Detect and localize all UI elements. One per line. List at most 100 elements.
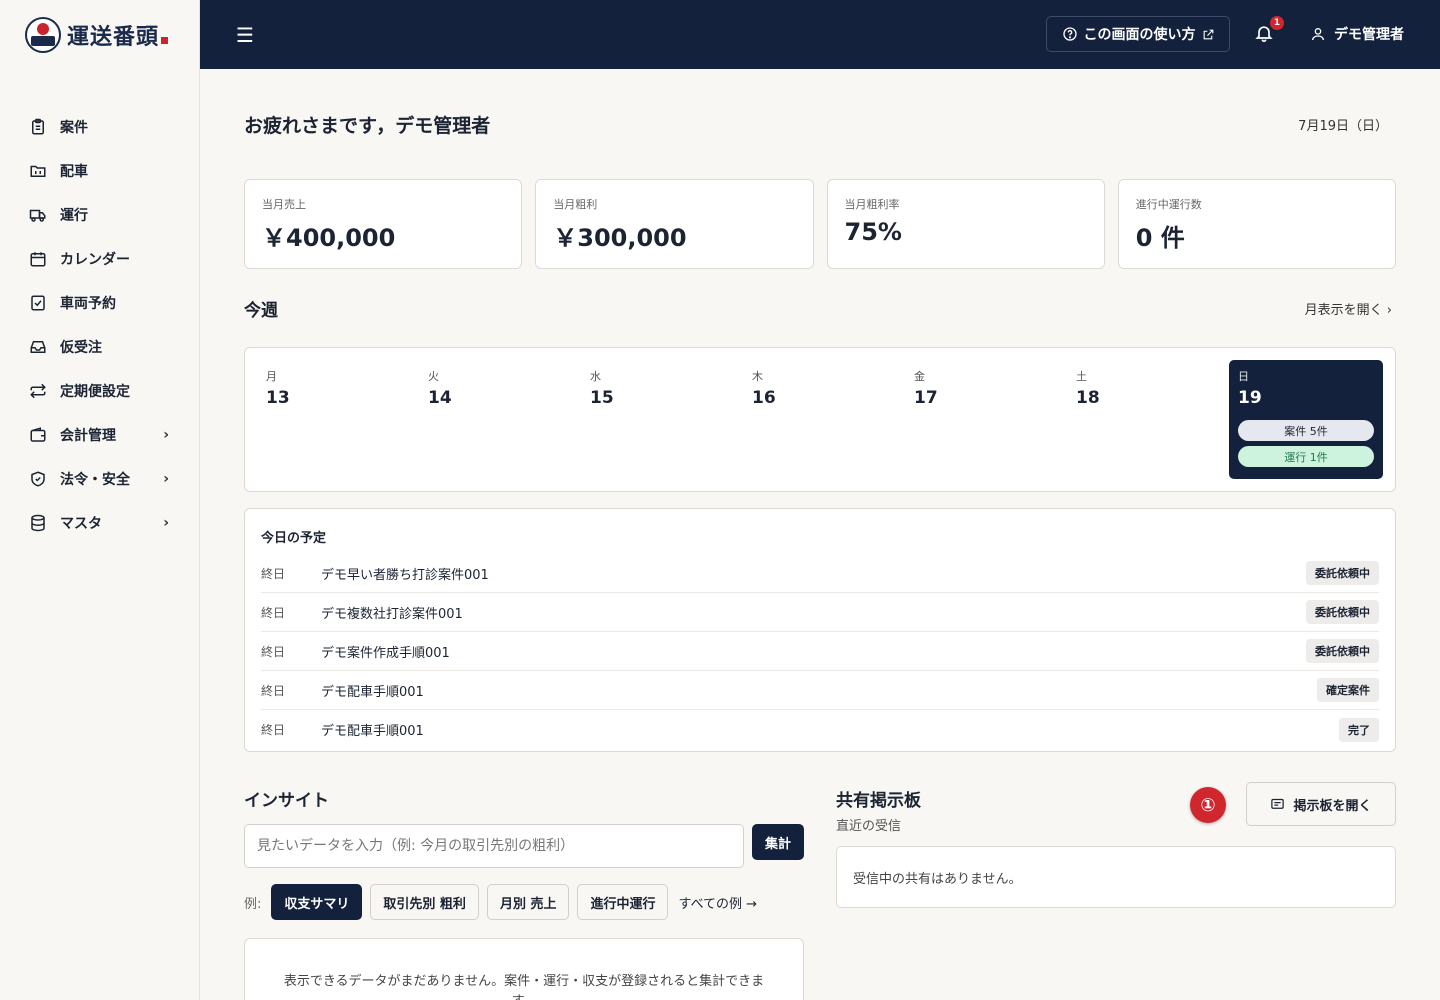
tally-button[interactable]: 集計 xyxy=(752,824,804,860)
sidebar-item-vehicle-booking[interactable]: 車両予約 xyxy=(0,281,199,325)
sidebar-item-calendar[interactable]: カレンダー xyxy=(0,237,199,281)
all-examples-link[interactable]: すべての例 → xyxy=(678,893,757,912)
schedule-row[interactable]: 終日 デモ複数社打診案件001 委託依頼中 xyxy=(261,593,1379,632)
kpi-value: ￥300,000 xyxy=(553,224,687,252)
kpi-label: 当月売上 xyxy=(262,198,306,211)
day-name: 土 xyxy=(1076,370,1087,383)
chevron-right-icon: › xyxy=(1386,302,1392,318)
day-name: 木 xyxy=(752,370,763,383)
wallet-icon xyxy=(28,425,48,445)
today-runs-pill[interactable]: 運行 1件 xyxy=(1238,446,1374,467)
kpi-value: ￥400,000 xyxy=(262,224,396,252)
notifications-button[interactable]: 1 xyxy=(1254,16,1284,46)
sidebar-item-provisional-orders[interactable]: 仮受注 xyxy=(0,325,199,369)
board-empty-state: 受信中の共有はありません。 xyxy=(836,846,1396,908)
kpi-card-monthly-gross-profit: 当月粗利 ￥300,000 xyxy=(535,179,814,269)
sidebar-item-master[interactable]: マスタ › xyxy=(0,501,199,545)
sidebar-item-label: 仮受注 xyxy=(60,340,102,356)
insight-query-input[interactable] xyxy=(244,824,744,868)
sidebar-item-dispatch[interactable]: 配車 xyxy=(0,149,199,193)
schedule-row[interactable]: 終日 デモ案件作成手順001 委託依頼中 xyxy=(261,632,1379,671)
sidebar-item-label: 案件 xyxy=(60,120,88,136)
sidebar-item-accounting[interactable]: 会計管理 › xyxy=(0,413,199,457)
week-title: 今週 xyxy=(244,300,278,321)
day-cell[interactable]: 火 14 xyxy=(419,360,573,479)
main-content: お疲れさまです，デモ管理者 7月19日（日） 当月売上 ￥400,000 当月粗… xyxy=(244,69,1396,1000)
open-month-link[interactable]: 月表示を開く › xyxy=(1305,299,1392,318)
user-menu[interactable]: デモ管理者 xyxy=(1310,24,1404,44)
logo-seal xyxy=(161,37,169,44)
example-chip-monthly-sales[interactable]: 月別 売上 xyxy=(486,884,570,920)
today-cases-pill[interactable]: 案件 5件 xyxy=(1238,420,1374,441)
kpi-card-active-runs: 進行中運行数 0 件 xyxy=(1117,179,1396,269)
app-logo[interactable]: 運送番頭 xyxy=(0,0,199,69)
repeat-icon xyxy=(28,381,48,401)
shield-icon xyxy=(28,469,48,489)
schedule-name: デモ案件作成手順001 xyxy=(321,645,450,661)
schedule-name: デモ複数社打診案件001 xyxy=(321,606,463,622)
schedule-time: 終日 xyxy=(261,683,286,698)
schedule-time: 終日 xyxy=(261,723,286,737)
schedule-row[interactable]: 終日 デモ早い者勝ち打診案件001 委託依頼中 xyxy=(261,554,1379,593)
status-badge: 委託依頼中 xyxy=(1306,639,1379,663)
sidebar-item-label: マスタ xyxy=(60,516,102,532)
sidebar-item-operations[interactable]: 運行 xyxy=(0,193,199,237)
sidebar-item-label: 定期便設定 xyxy=(60,384,130,400)
example-chip-active-runs[interactable]: 進行中運行 xyxy=(577,884,669,920)
day-name: 火 xyxy=(428,370,439,383)
bottom-sections: インサイト 集計 例: 収支サマリ 取引先別 粗利 月別 売上 進行中運行 すべ… xyxy=(244,782,1396,1000)
schedule-name: デモ配車手順001 xyxy=(321,724,424,739)
sidebar: 運送番頭 案件 配車 運行 カレンダー 車両予約 仮受注 定期便設定 会計管理 … xyxy=(0,0,200,1000)
schedule-row[interactable]: 終日 デモ配車手順001 確定案件 xyxy=(261,671,1379,710)
insight-empty-state: 表示できるデータがまだありません。案件・運行・収支が登録されると集計できます。 xyxy=(244,938,804,1000)
week-calendar: 月 13 火 14 水 15 木 16 金 17 土 18 日 19 案件 5件… xyxy=(244,347,1396,492)
day-number: 13 xyxy=(266,388,290,408)
schedule-title: 今日の予定 xyxy=(261,531,327,546)
kpi-label: 当月粗利 xyxy=(553,198,598,211)
open-board-button[interactable]: 掲示板を開く xyxy=(1246,782,1396,826)
insight-examples: 例: 収支サマリ 取引先別 粗利 月別 売上 進行中運行 すべての例 → xyxy=(244,884,804,920)
day-cell[interactable]: 金 17 xyxy=(905,360,1059,479)
example-chip-income-summary[interactable]: 収支サマリ xyxy=(271,884,363,920)
day-cell[interactable]: 水 15 xyxy=(581,360,735,479)
schedule-row[interactable]: 終日 デモ配車手順001 完了 xyxy=(261,710,1379,749)
chevron-right-icon: › xyxy=(163,515,169,531)
sidebar-item-compliance[interactable]: 法令・安全 › xyxy=(0,457,199,501)
kpi-card-monthly-sales: 当月売上 ￥400,000 xyxy=(244,179,523,269)
day-number: 19 xyxy=(1238,388,1262,408)
truck-icon xyxy=(28,205,48,225)
day-cell[interactable]: 木 16 xyxy=(743,360,897,479)
help-button[interactable]: この画面の使い方 xyxy=(1046,16,1230,52)
kpi-card-gross-margin: 当月粗利率 75% xyxy=(826,179,1105,269)
day-name: 水 xyxy=(590,370,601,383)
folder-icon xyxy=(28,161,48,181)
kpi-value: 0 件 xyxy=(1135,224,1185,252)
insight-section: インサイト 集計 例: 収支サマリ 取引先別 粗利 月別 売上 進行中運行 すべ… xyxy=(244,786,804,1000)
sidebar-item-label: 会計管理 xyxy=(60,428,116,444)
top-bar: ☰ この画面の使い方 1 デモ管理者 xyxy=(200,0,1440,69)
sidebar-item-label: 法令・安全 xyxy=(60,472,130,488)
example-chip-profit-by-client[interactable]: 取引先別 粗利 xyxy=(370,884,479,920)
insight-title: インサイト xyxy=(244,791,329,811)
day-cell[interactable]: 月 13 xyxy=(257,360,411,479)
kpi-label: 進行中運行数 xyxy=(1135,198,1202,211)
sidebar-item-scheduled-runs[interactable]: 定期便設定 xyxy=(0,369,199,413)
message-icon xyxy=(1271,798,1285,809)
day-number: 16 xyxy=(752,388,776,408)
week-header: 今週 月表示を開く › xyxy=(244,269,1396,347)
chevron-right-icon: › xyxy=(163,471,169,487)
sidebar-item-label: 車両予約 xyxy=(60,296,116,312)
status-badge: 委託依頼中 xyxy=(1306,561,1379,585)
sidebar-item-cases[interactable]: 案件 xyxy=(0,105,199,149)
day-number: 14 xyxy=(428,388,452,408)
day-cell[interactable]: 土 18 xyxy=(1067,360,1221,479)
schedule-name: デモ早い者勝ち打診案件001 xyxy=(321,567,489,583)
day-number: 17 xyxy=(914,388,938,408)
greeting-title: お疲れさまです，デモ管理者 xyxy=(244,114,491,137)
menu-icon[interactable]: ☰ xyxy=(236,23,256,47)
day-name: 金 xyxy=(914,370,925,383)
day-cell-today[interactable]: 日 19 案件 5件 運行 1件 xyxy=(1229,360,1383,479)
user-name: デモ管理者 xyxy=(1334,27,1404,43)
open-board-label: 掲示板を開く xyxy=(1293,798,1372,814)
insight-query-row: 集計 xyxy=(244,824,804,868)
